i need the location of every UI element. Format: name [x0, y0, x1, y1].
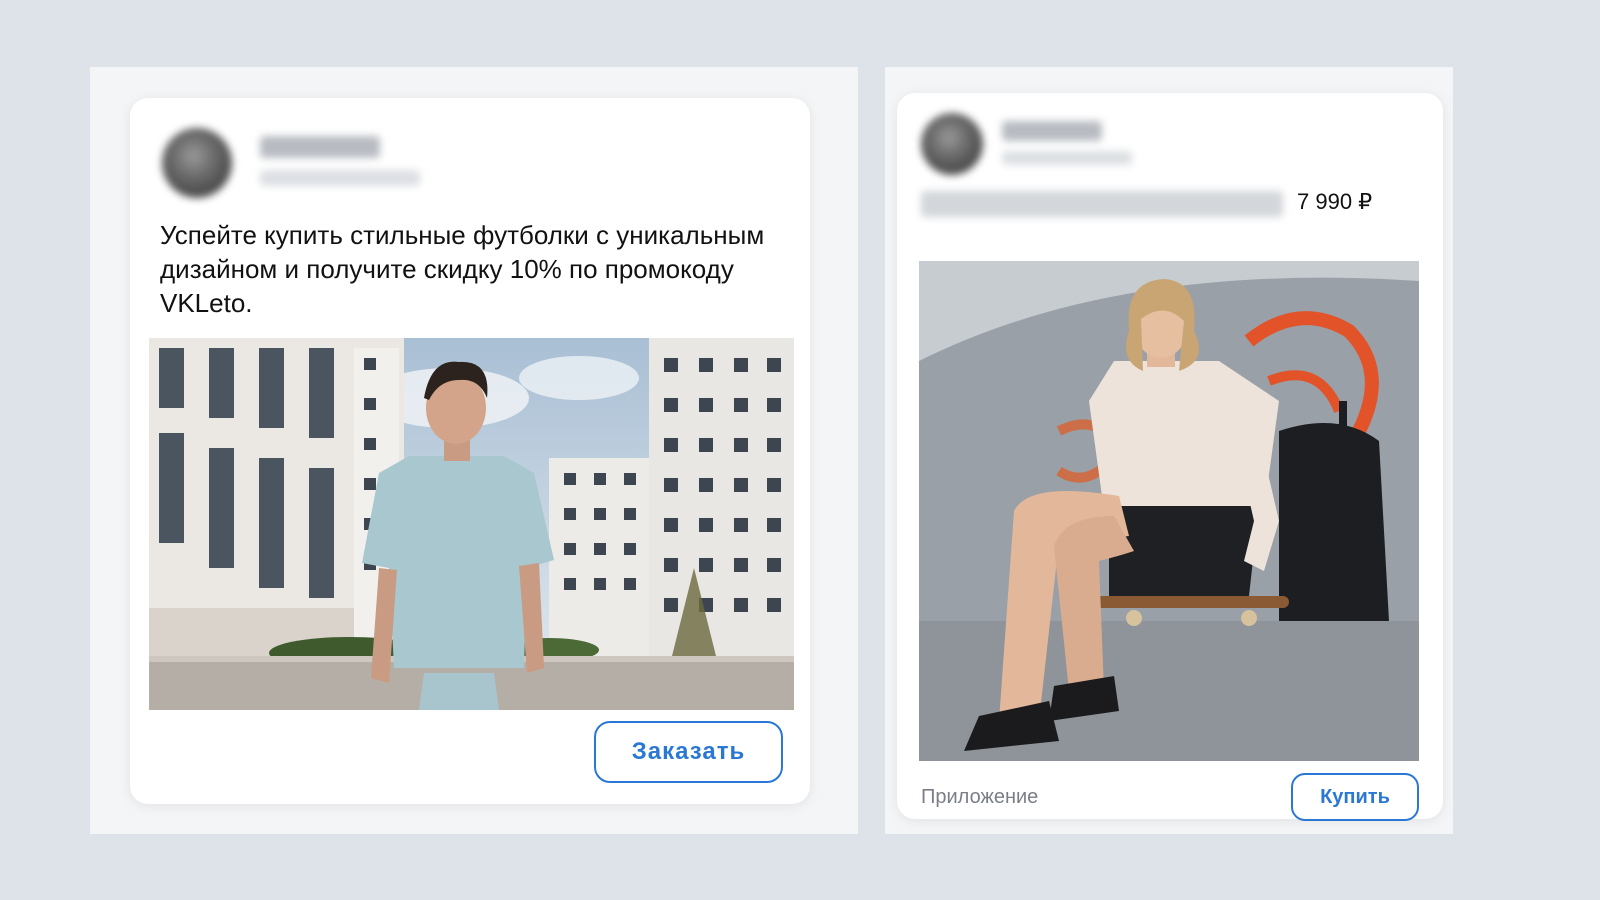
ad-photo-man-tshirt — [149, 338, 794, 710]
product-price: 7 990 ₽ — [1297, 189, 1373, 214]
ad-photo-woman-skateboard — [919, 261, 1419, 761]
product-title-blurred — [921, 191, 1283, 217]
author-name-blurred — [1002, 121, 1102, 141]
author-name-blurred — [260, 136, 380, 158]
post-text: Успейте купить стильные футболки с уника… — [160, 220, 765, 318]
avatar — [162, 128, 232, 198]
buy-button[interactable]: Купить — [1291, 773, 1419, 821]
avatar — [921, 113, 983, 175]
left-ad-panel: Успейте купить стильные футболки с уника… — [90, 67, 858, 834]
left-ad-card: Успейте купить стильные футболки с уника… — [130, 98, 810, 804]
app-label: Приложение — [921, 786, 1039, 808]
right-ad-card: 7 990 ₽ Приложение Купить — [897, 93, 1443, 821]
post-meta-blurred — [260, 170, 420, 186]
right-ad-panel: 7 990 ₽ Приложение Купить — [885, 67, 1453, 834]
order-button[interactable]: Заказать — [594, 721, 783, 783]
post-meta-blurred — [1002, 151, 1132, 165]
